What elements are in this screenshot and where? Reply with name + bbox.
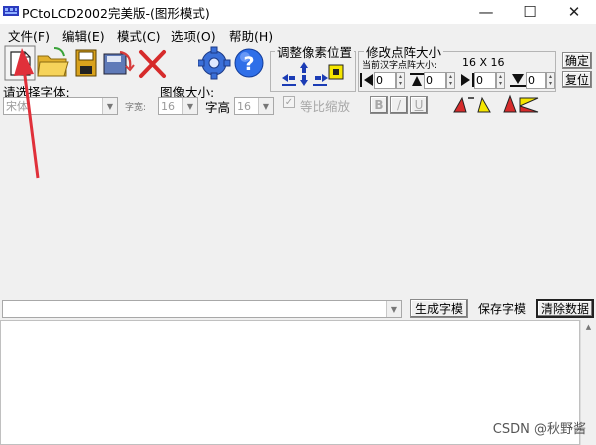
matrix-size-display: 16 X 16: [462, 56, 505, 69]
left-size-spinner[interactable]: ▴ ▾: [396, 72, 405, 89]
bottom-size-field[interactable]: 0: [526, 72, 546, 89]
shrink-right-icon[interactable]: [460, 72, 474, 88]
top-size-spinner[interactable]: ▴ ▾: [446, 72, 455, 89]
svg-text:?: ?: [243, 53, 254, 75]
minimize-button[interactable]: —: [464, 0, 508, 24]
charset-label: 字宽:: [125, 103, 147, 113]
left-size-field[interactable]: 0: [374, 72, 396, 89]
app-icon: [3, 6, 19, 16]
clear-data-button[interactable]: 清除数据: [536, 299, 594, 318]
italic-button[interactable]: /: [390, 96, 408, 114]
chevron-down-icon: ▼: [386, 301, 401, 317]
height-label: 字高: [205, 100, 231, 115]
chevron-down-icon: ▼: [102, 98, 117, 114]
watermark: CSDN @秋野酱: [492, 422, 586, 437]
text-input[interactable]: ▼: [2, 300, 402, 318]
save-as-icon[interactable]: [102, 44, 136, 82]
flip-vertical-icon[interactable]: [500, 94, 540, 114]
proportional-label: 等比缩放: [300, 99, 351, 114]
pixel-position-title: 调整像素位置: [275, 42, 355, 61]
width-select-value: 16: [161, 99, 175, 113]
right-size-spinner[interactable]: ▴ ▾: [496, 72, 505, 89]
height-select-value: 16: [237, 99, 251, 113]
width-select[interactable]: 16 ▼: [158, 97, 198, 115]
flip-horizontal-icon[interactable]: [452, 94, 492, 114]
save-icon[interactable]: [70, 44, 104, 82]
help-icon[interactable]: ?: [232, 44, 266, 82]
shrink-left-icon[interactable]: [360, 72, 374, 88]
shrink-bottom-icon[interactable]: [510, 72, 526, 88]
window-title: PCtoLCD2002完美版-(图形模式): [22, 6, 210, 21]
right-size-field[interactable]: 0: [474, 72, 496, 89]
confirm-button[interactable]: 确定: [562, 52, 592, 69]
bold-button[interactable]: B: [370, 96, 388, 114]
restore-button[interactable]: 复位: [562, 71, 592, 88]
proportional-checkbox[interactable]: ✓: [283, 96, 295, 108]
drawing-canvas[interactable]: [0, 118, 596, 298]
top-size-field[interactable]: 0: [424, 72, 446, 89]
bottom-size-spinner[interactable]: ▴ ▾: [546, 72, 555, 89]
scroll-up-icon[interactable]: ▲: [581, 323, 596, 331]
close-button[interactable]: ✕: [552, 0, 596, 24]
height-select[interactable]: 16 ▼: [234, 97, 274, 115]
generate-button[interactable]: 生成字模: [410, 299, 468, 318]
save-font-button[interactable]: 保存字模: [473, 299, 531, 318]
annotation-arrow: [14, 48, 40, 179]
chevron-down-icon: ▼: [182, 98, 197, 114]
center-align-icon[interactable]: [326, 62, 346, 82]
underline-button[interactable]: U: [410, 96, 428, 114]
align-arrows-icon[interactable]: [280, 60, 330, 88]
chevron-down-icon: ▼: [258, 98, 273, 114]
delete-icon[interactable]: [136, 44, 170, 82]
maximize-button[interactable]: ☐: [508, 0, 552, 24]
current-size-label: 当前汉字点阵大小:: [362, 61, 438, 71]
settings-gear-icon[interactable]: [198, 44, 232, 82]
shrink-top-icon[interactable]: [410, 72, 424, 88]
